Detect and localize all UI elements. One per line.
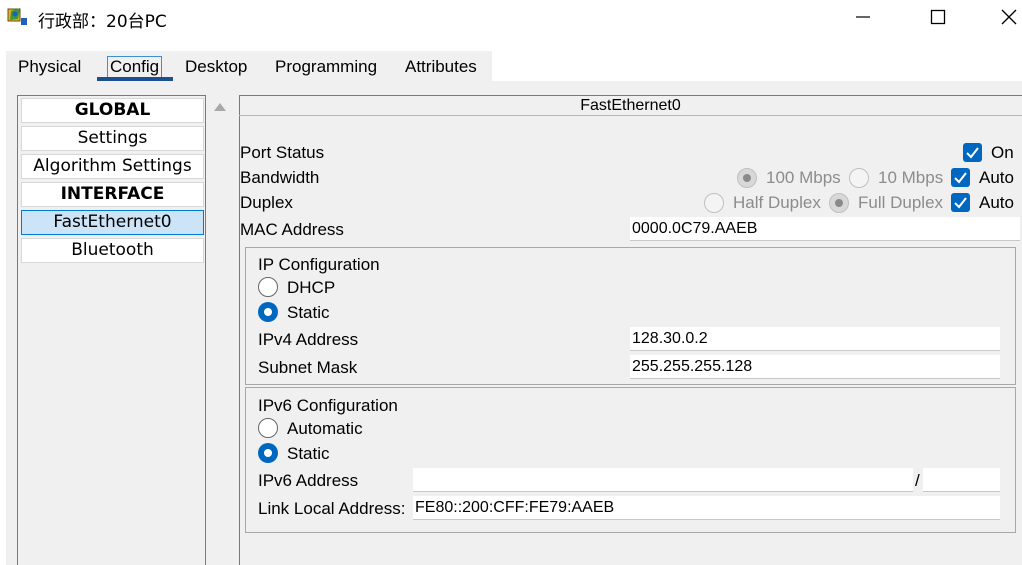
link-local-address-label: Link Local Address: (258, 499, 406, 518)
mac-address-label: MAC Address (240, 220, 344, 239)
sidebar-item-interface[interactable]: INTERFACE (21, 182, 204, 207)
close-icon (1001, 9, 1017, 25)
ipv6-address-field[interactable] (413, 468, 913, 492)
sidebar-item-algorithm-settings[interactable]: Algorithm Settings (21, 154, 204, 179)
minimize-button[interactable] (840, 0, 886, 34)
minimize-icon (856, 16, 870, 18)
interface-title: FastEthernet0 (239, 95, 1022, 116)
bandwidth-label: Bandwidth (240, 168, 320, 187)
sidebar-item-bluetooth[interactable]: Bluetooth (21, 238, 204, 263)
nav-scrollbar[interactable] (207, 95, 233, 565)
maximize-button[interactable] (915, 0, 961, 34)
ipv6-prefix-field[interactable] (923, 468, 1000, 492)
config-nav-list: GLOBAL Settings Algorithm Settings INTER… (17, 95, 206, 565)
dhcp-radio[interactable] (258, 277, 278, 297)
ipv4-static-radio[interactable] (258, 302, 278, 322)
sidebar-item-global[interactable]: GLOBAL (21, 98, 204, 123)
close-button[interactable] (986, 0, 1022, 34)
dhcp-label: DHCP (287, 278, 336, 297)
port-status-checkbox[interactable] (963, 143, 982, 162)
checkmark-icon (954, 172, 967, 184)
duplex-auto-label: Auto (979, 193, 1014, 212)
subnet-mask-label: Subnet Mask (258, 358, 358, 377)
checkmark-icon (954, 197, 967, 209)
window-title: 行政部：20台PC (38, 12, 167, 32)
checkmark-icon (966, 147, 979, 159)
bandwidth-auto-label: Auto (979, 168, 1014, 187)
mac-address-field[interactable]: 0000.0C79.AAEB (630, 217, 1020, 241)
half-duplex-radio[interactable] (704, 193, 724, 213)
port-status-on-label: On (991, 143, 1014, 162)
ipv4-address-field[interactable]: 128.30.0.2 (630, 327, 1000, 351)
title-bar: 行政部：20台PC (0, 0, 1022, 38)
half-duplex-label: Half Duplex (733, 193, 821, 212)
tab-attributes[interactable]: Attributes (405, 57, 477, 77)
ipv4-static-label: Static (287, 303, 330, 322)
active-tab-indicator (97, 77, 173, 81)
ipv6-static-radio[interactable] (258, 443, 278, 463)
ipv6-static-label: Static (287, 444, 330, 463)
full-duplex-label: Full Duplex (858, 193, 944, 212)
sidebar-item-settings[interactable]: Settings (21, 126, 204, 151)
packet-tracer-pc-icon (6, 6, 30, 28)
sidebar-item-fastethernet0[interactable]: FastEthernet0 (21, 210, 204, 235)
bandwidth-10-label: 10 Mbps (878, 168, 944, 187)
port-status-label: Port Status (240, 143, 325, 162)
ipv6-automatic-label: Automatic (287, 419, 363, 438)
ipv4-address-label: IPv4 Address (258, 330, 359, 349)
ip-configuration-title: IP Configuration (258, 255, 380, 274)
ipv6-prefix-slash: / (915, 471, 920, 490)
bandwidth-100-radio[interactable] (737, 168, 757, 188)
scroll-up-arrow-icon[interactable] (214, 103, 226, 111)
ipv6-automatic-radio[interactable] (258, 418, 278, 438)
full-duplex-radio[interactable] (829, 193, 849, 213)
tab-desktop[interactable]: Desktop (185, 57, 247, 77)
maximize-icon (930, 9, 946, 25)
ipv6-address-label: IPv6 Address (258, 471, 359, 490)
subnet-mask-field[interactable]: 255.255.255.128 (630, 355, 1000, 379)
bandwidth-10-radio[interactable] (849, 168, 869, 188)
bandwidth-auto-checkbox[interactable] (951, 168, 970, 187)
bandwidth-100-label: 100 Mbps (766, 168, 841, 187)
tab-physical[interactable]: Physical (18, 57, 81, 77)
tab-config[interactable]: Config (107, 56, 163, 78)
ipv6-configuration-title: IPv6 Configuration (258, 396, 398, 415)
tab-programming[interactable]: Programming (275, 57, 377, 77)
duplex-auto-checkbox[interactable] (951, 193, 970, 212)
duplex-label: Duplex (240, 193, 293, 212)
link-local-address-field[interactable]: FE80::200:CFF:FE79:AAEB (413, 496, 1000, 520)
